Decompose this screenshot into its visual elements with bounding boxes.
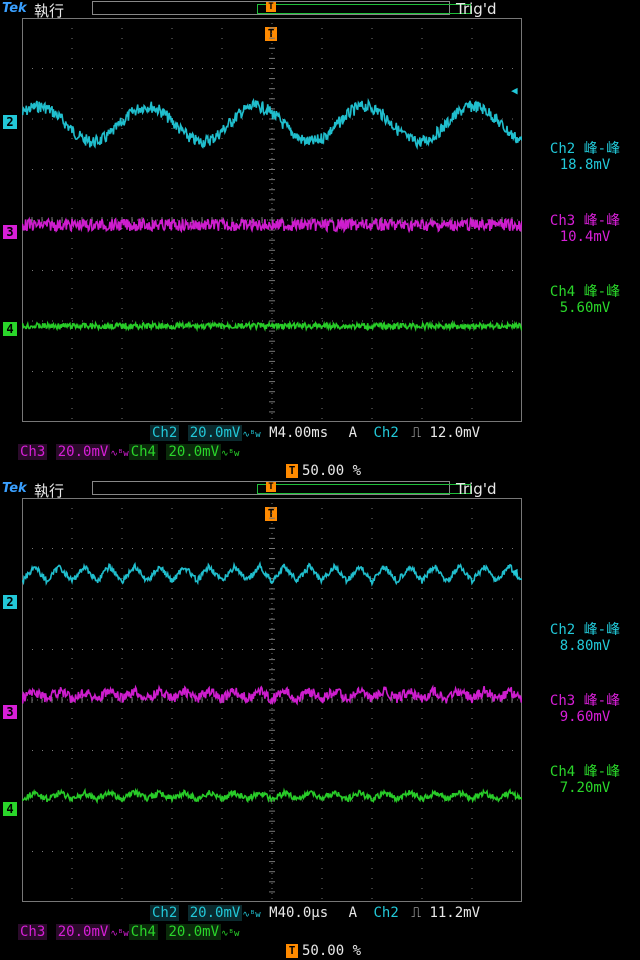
measurement-label: Ch4 峰-峰	[549, 764, 621, 780]
waveform-graticule	[22, 18, 522, 422]
ch4-scale: 20.0mV	[166, 924, 222, 940]
trigger-level-icon: ◀	[511, 84, 518, 97]
ch3-label: Ch3	[18, 924, 48, 940]
trigger-level-icon: ◀	[511, 565, 518, 578]
status-line-ch3-ch4: Ch3 20.0mV ∿ᴮw Ch4 20.0mV ∿ᴮw	[18, 444, 239, 462]
measurement-label: Ch2 峰-峰	[549, 141, 621, 157]
rising-edge-icon: ⎍	[411, 425, 422, 441]
measurement-ch3: Ch3 峰-峰 10.4mV	[530, 213, 640, 245]
bandwidth-icon: ∿ᴮw	[110, 929, 129, 939]
scope-screen-2: Tek 執行 Trig'd T T 2 3 4 ◀ Ch2 峰-峰 8.80mV…	[0, 480, 640, 960]
ch2-label: Ch2	[150, 905, 180, 921]
ch2-ground-marker-icon: 2	[3, 115, 17, 129]
measurement-value: 9.60mV	[559, 709, 611, 725]
rising-edge-icon: ⎍	[411, 905, 422, 921]
brand-logo: Tek	[2, 481, 27, 496]
measurement-value: 10.4mV	[559, 229, 611, 245]
ch4-label: Ch4	[128, 444, 158, 460]
measurement-label: Ch2 峰-峰	[549, 622, 621, 638]
trigger-source: Ch2	[373, 905, 399, 921]
ch4-ground-marker-icon: 4	[3, 322, 17, 336]
ch4-ground-marker-icon: 4	[3, 802, 17, 816]
header-bar: Tek 執行 Trig'd	[0, 480, 640, 500]
trigger-position-value: 50.00 %	[302, 943, 362, 959]
trigger-mode: A	[348, 425, 358, 441]
measurement-label: Ch3 峰-峰	[549, 213, 621, 229]
trigger-mode: A	[348, 905, 358, 921]
trigger-level: 12.0mV	[429, 425, 481, 441]
trigger-icon: T	[286, 464, 298, 478]
ch2-scale: 20.0mV	[187, 425, 243, 441]
ch2-scale: 20.0mV	[187, 905, 243, 921]
measurement-ch2: Ch2 峰-峰 18.8mV	[530, 141, 640, 173]
ch4-scale: 20.0mV	[166, 444, 222, 460]
measurement-ch2: Ch2 峰-峰 8.80mV	[530, 622, 640, 654]
trigger-position-readout: T 50.00 %	[286, 943, 361, 959]
bandwidth-icon: ∿ᴮw	[242, 910, 261, 920]
ch4-label: Ch4	[128, 924, 158, 940]
measurement-value: 18.8mV	[559, 157, 611, 173]
ch2-label: Ch2	[150, 425, 180, 441]
trigger-position-icon: T	[266, 482, 276, 492]
measurement-ch4: Ch4 峰-峰 5.60mV	[530, 284, 640, 316]
trigger-icon: T	[286, 944, 298, 958]
ch3-ground-marker-icon: 3	[3, 705, 17, 719]
measurement-value: 8.80mV	[559, 638, 611, 654]
measurement-ch4: Ch4 峰-峰 7.20mV	[530, 764, 640, 796]
status-line-ch3-ch4: Ch3 20.0mV ∿ᴮw Ch4 20.0mV ∿ᴮw	[18, 924, 239, 942]
trigger-level: 11.2mV	[429, 905, 481, 921]
waveform-graticule	[22, 498, 522, 902]
record-window	[257, 4, 471, 14]
status-line-ch2: Ch2 20.0mV ∿ᴮw M4.00ms A Ch2 ⎍ 12.0mV	[150, 425, 480, 443]
trigger-state: Trig'd	[456, 0, 497, 18]
bandwidth-icon: ∿ᴮw	[221, 449, 240, 459]
ch3-label: Ch3	[18, 444, 48, 460]
measurement-ch3: Ch3 峰-峰 9.60mV	[530, 693, 640, 725]
trigger-position-icon: T	[266, 2, 276, 12]
ch4-waveform	[22, 787, 522, 805]
ch3-scale: 20.0mV	[55, 444, 111, 460]
trigger-position-value: 50.00 %	[302, 463, 362, 479]
trigger-position-readout: T 50.00 %	[286, 463, 361, 479]
bandwidth-icon: ∿ᴮw	[221, 929, 240, 939]
timebase: M40.0µs	[269, 905, 329, 921]
timebase: M4.00ms	[269, 425, 329, 441]
bandwidth-icon: ∿ᴮw	[242, 430, 261, 440]
ch3-waveform	[22, 216, 522, 234]
ch3-scale: 20.0mV	[55, 924, 111, 940]
measurement-label: Ch3 峰-峰	[549, 693, 621, 709]
brand-logo: Tek	[2, 1, 27, 16]
bandwidth-icon: ∿ᴮw	[110, 449, 129, 459]
scope-screen-1: Tek 執行 Trig'd T T 2 3 4 ◀ Ch2 峰-峰 18.8mV…	[0, 0, 640, 480]
ch3-ground-marker-icon: 3	[3, 225, 17, 239]
record-window	[257, 484, 471, 494]
trigger-state: Trig'd	[456, 480, 497, 498]
measurement-value: 5.60mV	[559, 300, 611, 316]
measurement-label: Ch4 峰-峰	[549, 284, 621, 300]
status-line-ch2: Ch2 20.0mV ∿ᴮw M40.0µs A Ch2 ⎍ 11.2mV	[150, 905, 480, 923]
ch2-ground-marker-icon: 2	[3, 595, 17, 609]
header-bar: Tek 執行 Trig'd	[0, 0, 640, 20]
trigger-source: Ch2	[373, 425, 399, 441]
measurement-value: 7.20mV	[559, 780, 611, 796]
